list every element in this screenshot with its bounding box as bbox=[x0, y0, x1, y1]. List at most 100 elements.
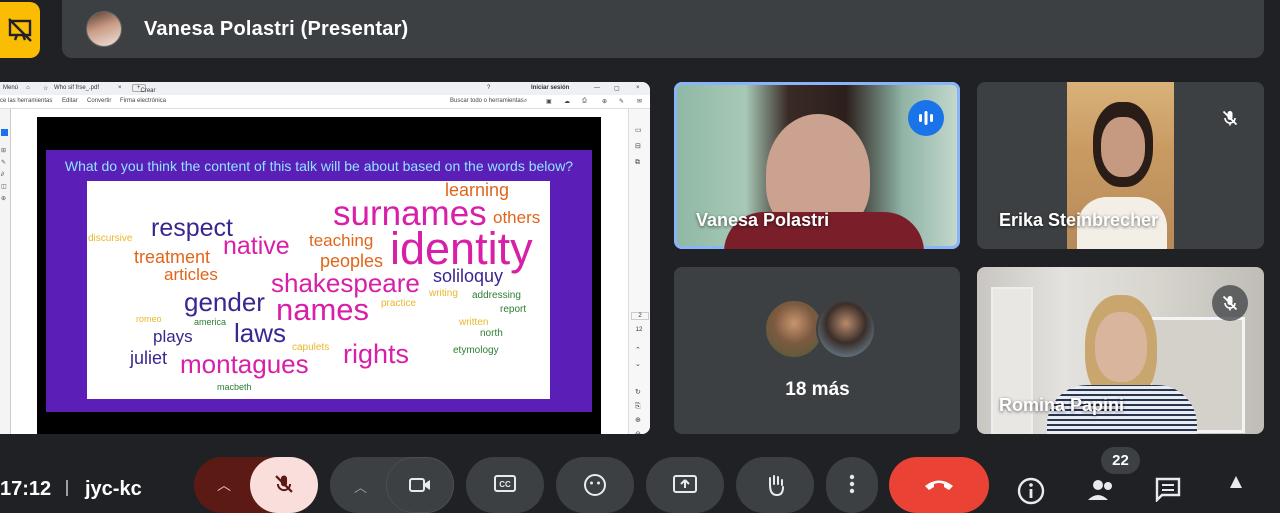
microphone-control[interactable]: ︿ bbox=[194, 457, 318, 513]
minimize-icon[interactable]: — bbox=[594, 85, 600, 91]
people-icon bbox=[1088, 480, 1112, 500]
upload-icon[interactable]: ☁ bbox=[564, 98, 570, 105]
leave-call-button[interactable] bbox=[889, 457, 989, 513]
mic-off-icon bbox=[1212, 285, 1248, 321]
captions-icon: CC bbox=[494, 475, 516, 492]
meeting-info-button[interactable] bbox=[1016, 476, 1046, 511]
word-cloud-word: montagues bbox=[180, 349, 309, 379]
star-icon[interactable]: ☆ bbox=[43, 85, 48, 92]
participant-name: Vanesa Polastri bbox=[696, 210, 830, 230]
word-cloud-word: laws bbox=[234, 318, 287, 348]
page-number: 2 bbox=[631, 312, 649, 320]
word-cloud: surnames identity respect native teaching lea… bbox=[87, 181, 550, 399]
chat-button[interactable] bbox=[1154, 476, 1182, 507]
stop-presenting-button[interactable] bbox=[0, 2, 40, 58]
print-icon[interactable]: ⎙ bbox=[582, 98, 587, 105]
video-face bbox=[1095, 312, 1147, 382]
chat-icon bbox=[1155, 477, 1181, 503]
present-button[interactable] bbox=[646, 457, 724, 513]
raise-hand-button[interactable] bbox=[736, 457, 814, 513]
word-cloud-word: addressing bbox=[472, 290, 521, 301]
page-total: 12 bbox=[635, 327, 643, 333]
close-window-icon[interactable]: × bbox=[636, 85, 640, 91]
clock: 17:12 bbox=[0, 478, 52, 500]
word-cloud-word: report bbox=[500, 304, 527, 315]
toolbar-item[interactable]: Editar bbox=[62, 98, 78, 104]
select-tool-icon[interactable] bbox=[1, 129, 8, 136]
mic-off-icon bbox=[275, 475, 293, 493]
people-button[interactable] bbox=[1086, 478, 1116, 505]
menu-label[interactable]: Menú bbox=[3, 85, 18, 91]
speaking-indicator-icon bbox=[908, 100, 944, 136]
participant-tile-erika[interactable]: Erika Steinbrecher bbox=[977, 82, 1264, 249]
word-cloud-word: articles bbox=[164, 265, 218, 284]
word-cloud-word: north bbox=[480, 328, 503, 339]
pdf-toolbar: ce las herramientas Editar Convertir Fir… bbox=[0, 95, 650, 109]
mail-icon[interactable]: ✉ bbox=[637, 98, 642, 105]
camera-toggle-button[interactable] bbox=[386, 457, 454, 513]
new-tab-button[interactable]: + Crear bbox=[132, 84, 156, 94]
word-cloud-word: gender bbox=[184, 287, 265, 317]
reactions-button[interactable] bbox=[556, 457, 634, 513]
presenter-banner: Vanesa Polastri (Presentar) bbox=[62, 0, 1264, 58]
word-cloud-word: identity bbox=[390, 223, 533, 274]
videocam-icon bbox=[409, 478, 430, 492]
info-icon bbox=[1017, 477, 1045, 505]
camera-control[interactable]: ︿ bbox=[330, 457, 454, 513]
browser-tab[interactable]: Who sif frse_.pdf bbox=[54, 85, 99, 91]
toolbar-item[interactable]: Convertir bbox=[87, 98, 111, 104]
word-cloud-word: writing bbox=[429, 288, 458, 299]
toolbar-item[interactable]: Firma electrónica bbox=[120, 98, 166, 104]
search-icon[interactable]: ⌕ bbox=[524, 98, 527, 105]
signin-button[interactable]: Iniciar sesión bbox=[531, 85, 569, 91]
tool-icons[interactable]: ⊞ ✎ ∂ ◫ ⊕ bbox=[1, 145, 7, 205]
avatar bbox=[86, 11, 122, 47]
word-cloud-word: juliet bbox=[130, 348, 168, 368]
svg-text:CC: CC bbox=[499, 480, 511, 489]
slide-question: What do you think the content of this ta… bbox=[64, 158, 574, 174]
save-icon[interactable]: ▣ bbox=[546, 98, 552, 105]
new-tab-label: Crear bbox=[140, 88, 156, 94]
edit-icon[interactable]: ✎ bbox=[619, 98, 624, 105]
mic-off-icon bbox=[1212, 100, 1248, 136]
word-cloud-word: written bbox=[459, 317, 489, 328]
participant-tile-romina[interactable]: Romina Papini bbox=[977, 267, 1264, 434]
word-cloud-word: romeo bbox=[136, 314, 162, 324]
close-tab-icon[interactable]: × bbox=[118, 85, 122, 91]
participant-tile-vanesa[interactable]: Vanesa Polastri bbox=[674, 82, 960, 249]
word-cloud-word: etymology bbox=[453, 345, 499, 356]
shared-screen: Menú ⌂ ☆ Who sif frse_.pdf × + Crear ? I… bbox=[0, 82, 650, 434]
avatar bbox=[816, 299, 876, 359]
word-cloud-word: plays bbox=[153, 327, 193, 346]
word-cloud-word: learning bbox=[445, 180, 510, 200]
avatar bbox=[764, 299, 824, 359]
toolbar-item[interactable]: ce las herramientas bbox=[0, 98, 52, 104]
word-cloud-word: america bbox=[194, 317, 227, 327]
more-participants-label: 18 más bbox=[785, 379, 850, 400]
browser-tab-bar: Menú ⌂ ☆ Who sif frse_.pdf × + Crear ? I… bbox=[0, 82, 650, 95]
maximize-icon[interactable]: ▢ bbox=[614, 85, 620, 92]
more-participants-tile[interactable]: 18 más bbox=[674, 267, 960, 434]
more-options-button[interactable] bbox=[826, 457, 878, 513]
activities-button[interactable] bbox=[1222, 474, 1250, 499]
captions-button[interactable]: CC bbox=[466, 457, 544, 513]
slide: What do you think the content of this ta… bbox=[46, 150, 592, 412]
zoom-icon[interactable]: ⊕ bbox=[602, 98, 607, 105]
word-cloud-word: respect bbox=[151, 214, 233, 242]
word-cloud-word: rights bbox=[343, 339, 410, 369]
chevron-up-icon[interactable]: ︿ bbox=[354, 477, 367, 496]
search-tools-label[interactable]: Buscar todo o herramientas bbox=[450, 98, 524, 104]
word-cloud-word: macbeth bbox=[217, 382, 252, 392]
present-screen-icon bbox=[673, 475, 697, 493]
mic-toggle-button[interactable] bbox=[250, 457, 318, 513]
home-icon[interactable]: ⌂ bbox=[26, 85, 30, 91]
chevron-up-icon[interactable]: ︿ bbox=[194, 457, 254, 513]
help-icon[interactable]: ? bbox=[487, 85, 490, 91]
participant-count-badge: 22 bbox=[1101, 447, 1140, 474]
word-cloud-word: soliloquy bbox=[433, 266, 504, 286]
sidebar-tool-icons[interactable]: ▭ ⊟ ⧉ bbox=[635, 123, 642, 171]
call-end-icon bbox=[925, 480, 953, 490]
presenter-title: Vanesa Polastri (Presentar) bbox=[144, 17, 409, 40]
page-nav-icons[interactable]: ⌃⌄↻⎘⊕⊖ bbox=[635, 344, 641, 434]
word-cloud-word: teaching bbox=[309, 231, 374, 250]
